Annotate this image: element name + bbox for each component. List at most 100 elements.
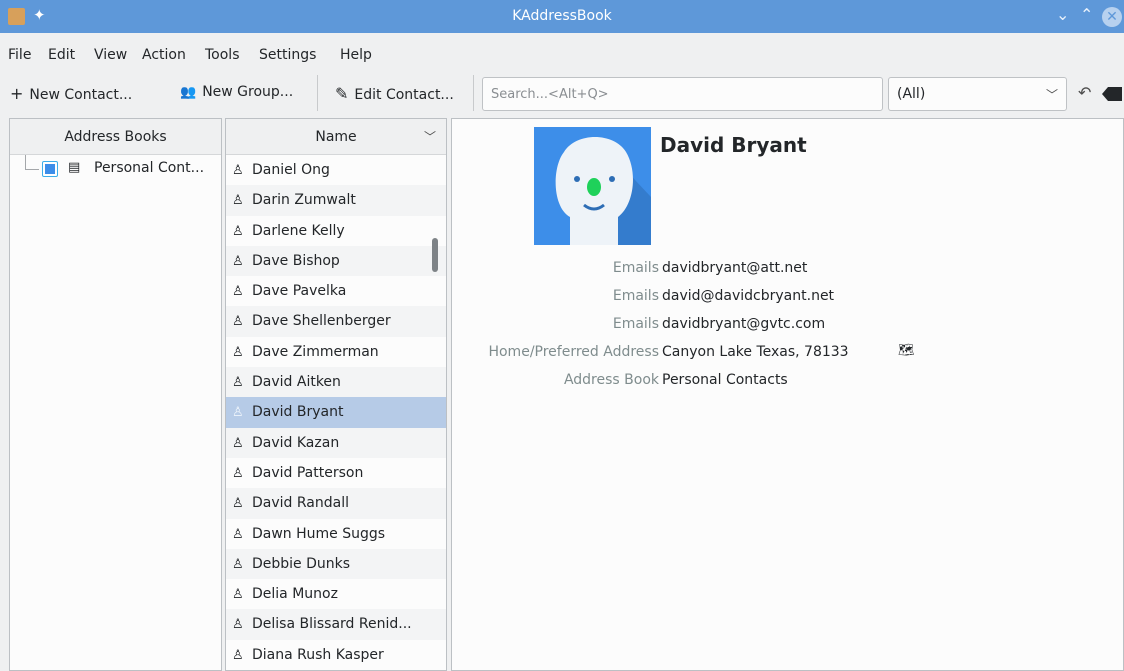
window-title: KAddressBook <box>512 8 612 24</box>
tree-line <box>25 155 26 169</box>
field-label-email: Emails <box>612 288 659 304</box>
person-icon: ♙ <box>232 284 244 300</box>
clear-icon[interactable] <box>1102 87 1122 101</box>
person-icon: ♙ <box>232 496 244 512</box>
menu-help[interactable]: Help <box>340 47 372 63</box>
menu-settings[interactable]: Settings <box>259 47 316 63</box>
contact-row[interactable]: ♙ Darin Zumwalt <box>226 185 446 216</box>
contact-row[interactable]: ♙ Diana Rush Kasper <box>226 640 446 670</box>
field-label-email: Emails <box>612 316 659 332</box>
contact-row-selected[interactable]: ♙ David Bryant <box>226 397 446 428</box>
contact-row[interactable]: ♙ David Patterson <box>226 458 446 488</box>
field-label-address-book: Address Book <box>563 372 659 388</box>
scrollbar-handle[interactable] <box>432 238 438 272</box>
contact-name: David Kazan <box>252 434 340 451</box>
contact-row[interactable]: ♙ David Kazan <box>226 427 446 458</box>
close-icon[interactable]: ✕ <box>1102 7 1122 27</box>
contact-list: ♙ Daniel Ong ♙ Darin Zumwalt ♙ Darlene Kell… <box>226 155 446 670</box>
menu-action[interactable]: Action <box>142 47 186 63</box>
contact-list-panel: Name ﹀ ♙ Daniel Ong ♙ Darin Zumwalt ♙ Darle… <box>225 118 447 671</box>
contact-name: David Randall <box>252 495 349 512</box>
person-icon: ♙ <box>232 375 244 391</box>
contact-name: Dave Bishop <box>252 252 340 269</box>
contact-name: Dawn Hume Suggs <box>252 525 386 542</box>
contact-row[interactable]: ♙ Delisa Blissard Renid... <box>226 609 446 640</box>
person-icon: ♙ <box>232 163 244 178</box>
person-icon: ♙ <box>232 465 244 481</box>
contact-name: Darlene Kelly <box>252 222 345 239</box>
contact-name: Delisa Blissard Renid... <box>252 616 412 633</box>
person-icon: ♙ <box>232 526 244 542</box>
person-icon: ♙ <box>232 617 244 633</box>
email-link[interactable]: david@davidcbryant.net <box>662 288 834 304</box>
email-link[interactable]: davidbryant@gvtc.com <box>662 316 825 332</box>
contact-row[interactable]: ♙ David Randall <box>226 488 446 519</box>
address-book-item[interactable]: ▤ Personal Cont... <box>10 155 221 185</box>
contact-name: David Aitken <box>252 374 341 391</box>
field-label-address: Home/Preferred Address <box>488 344 659 360</box>
map-icon[interactable]: 🗺 <box>898 343 915 358</box>
contact-details-panel: David Bryant Emails davidbryant@att.net … <box>451 118 1124 671</box>
name-column-header[interactable]: Name ﹀ <box>226 119 446 155</box>
toolbar-separator <box>317 75 318 111</box>
contact-row[interactable]: ♙ Darlene Kelly <box>226 216 446 246</box>
address-value: Canyon Lake Texas, 78133 <box>662 344 849 360</box>
contact-name: David Bryant <box>252 404 344 421</box>
contact-avatar <box>534 127 651 245</box>
toolbar-separator <box>473 75 474 111</box>
contact-name: Diana Rush Kasper <box>252 646 384 663</box>
chevron-down-icon: ﹀ <box>1045 88 1058 102</box>
email-link[interactable]: davidbryant@att.net <box>662 260 807 276</box>
pencil-icon: ✎ <box>335 84 349 103</box>
name-column-label: Name <box>315 129 357 145</box>
edit-contact-button[interactable]: ✎ Edit Contact... <box>335 84 454 103</box>
address-book-value: Personal Contacts <box>662 372 788 388</box>
toolbar: + New Contact... 👥 New Group... ✎ Edit Cont… <box>0 71 1124 117</box>
address-book-label: Personal Cont... <box>94 160 205 176</box>
contact-row[interactable]: ♙ Daniel Ong <box>226 155 446 185</box>
person-icon: ♙ <box>232 344 244 360</box>
contact-row[interactable]: ♙ Dave Zimmerman <box>226 337 446 367</box>
menu-view[interactable]: View <box>94 47 127 63</box>
contact-row[interactable]: ♙ Dave Bishop <box>226 245 446 277</box>
contact-row[interactable]: ♙ Dawn Hume Suggs <box>226 519 446 549</box>
menu-edit[interactable]: Edit <box>48 47 75 63</box>
chevron-down-icon: ﹀ <box>423 130 436 144</box>
address-book-checkbox[interactable] <box>42 161 58 177</box>
address-books-header[interactable]: Address Books <box>10 119 221 155</box>
contact-name: Daniel Ong <box>252 162 330 178</box>
contact-name: Darin Zumwalt <box>252 192 356 209</box>
contact-row[interactable]: ♙ David Aitken <box>226 367 446 398</box>
person-icon: ♙ <box>232 253 244 269</box>
contact-row[interactable]: ♙ Dave Pavelka <box>226 276 446 306</box>
contact-name: Dave Shellenberger <box>252 313 391 330</box>
contact-full-name: David Bryant <box>660 133 807 157</box>
filter-select[interactable]: (All) ﹀ <box>888 77 1067 111</box>
person-icon: ♙ <box>232 647 244 663</box>
person-icon: ♙ <box>232 193 244 209</box>
edit-contact-label: Edit Contact... <box>354 87 454 103</box>
contact-row[interactable]: ♙ Dave Shellenberger <box>226 306 446 337</box>
contact-name: Debbie Dunks <box>252 555 351 572</box>
new-group-button[interactable]: 👥 New Group... <box>180 84 293 100</box>
field-label-email: Emails <box>612 260 659 276</box>
address-book-icon: ▤ <box>68 160 81 175</box>
maximize-icon[interactable]: ⌃ <box>1080 5 1093 24</box>
new-group-label: New Group... <box>202 84 294 100</box>
contact-name: Delia Munoz <box>252 586 338 603</box>
menu-file[interactable]: File <box>8 47 31 63</box>
contact-row[interactable]: ♙ Delia Munoz <box>226 579 446 609</box>
minimize-icon[interactable]: ⌄ <box>1056 5 1069 24</box>
new-contact-button[interactable]: + New Contact... <box>10 84 132 103</box>
title-bar: ✦ KAddressBook ⌄ ⌃ ✕ <box>0 0 1124 33</box>
group-icon: 👥 <box>180 85 197 100</box>
new-contact-label: New Contact... <box>29 87 133 103</box>
tree-line <box>25 169 39 170</box>
person-icon: ♙ <box>232 587 244 603</box>
undo-icon[interactable]: ↶ <box>1078 83 1091 102</box>
contact-row[interactable]: ♙ Debbie Dunks <box>226 548 446 580</box>
menu-tools[interactable]: Tools <box>205 47 240 63</box>
contact-name: Dave Pavelka <box>252 283 347 300</box>
search-input[interactable]: Search...<Alt+Q> <box>482 77 883 111</box>
person-icon: ♙ <box>232 556 244 572</box>
